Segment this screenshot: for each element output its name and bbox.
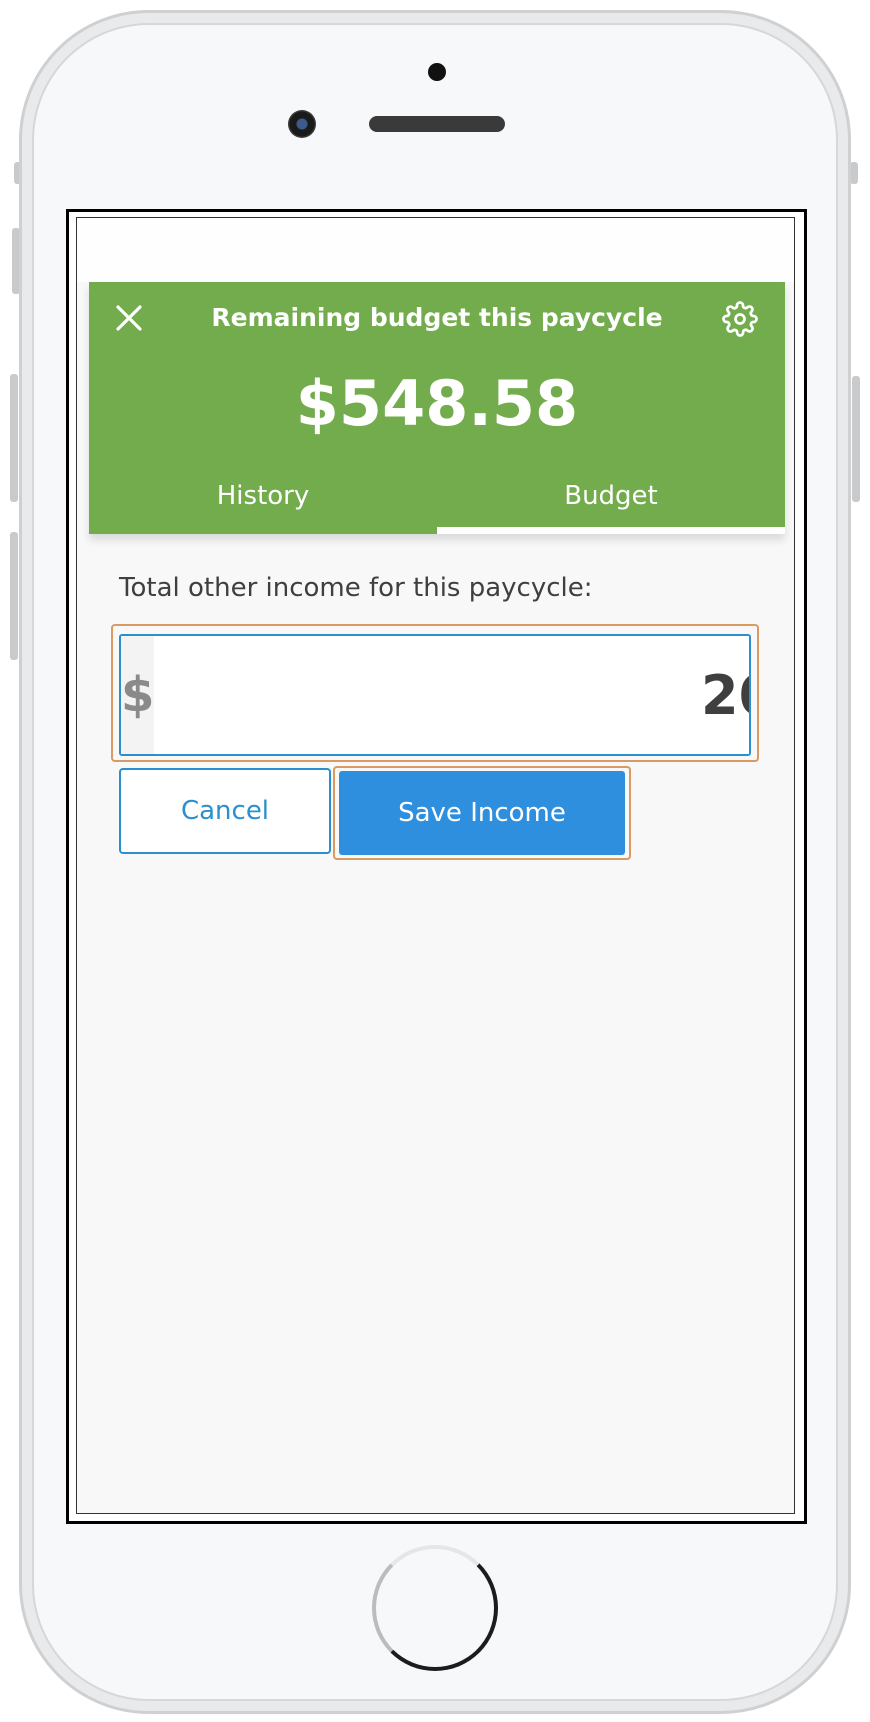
device-mockup: Remaining budget this paycycle $548.58 H… — [0, 0, 870, 1722]
save-income-button[interactable]: Save Income — [339, 771, 625, 855]
home-button[interactable] — [372, 1545, 498, 1671]
remaining-budget-amount: $548.58 — [295, 367, 579, 440]
cancel-button[interactable]: Cancel — [119, 768, 331, 854]
earpiece-speaker — [369, 116, 505, 132]
currency-symbol: $ — [121, 636, 155, 754]
tab-bar: History Budget — [89, 466, 785, 534]
status-area — [77, 218, 794, 282]
front-camera-icon — [288, 110, 316, 138]
tab-history[interactable]: History — [89, 466, 437, 534]
device-side-button — [850, 162, 858, 184]
income-input-group: $ — [119, 634, 751, 756]
device-side-button — [10, 374, 18, 502]
app-screen: Remaining budget this paycycle $548.58 H… — [76, 217, 795, 1514]
income-amount-input[interactable] — [154, 636, 749, 754]
settings-button[interactable] — [721, 300, 759, 338]
device-side-button — [10, 532, 18, 660]
header-title: Remaining budget this paycycle — [211, 303, 663, 332]
gear-icon — [722, 301, 758, 337]
budget-header: Remaining budget this paycycle $548.58 H… — [89, 282, 785, 534]
proximity-sensor — [428, 63, 446, 81]
device-side-button — [852, 376, 860, 502]
income-label: Total other income for this paycycle: — [119, 573, 593, 603]
tab-budget[interactable]: Budget — [437, 466, 785, 534]
